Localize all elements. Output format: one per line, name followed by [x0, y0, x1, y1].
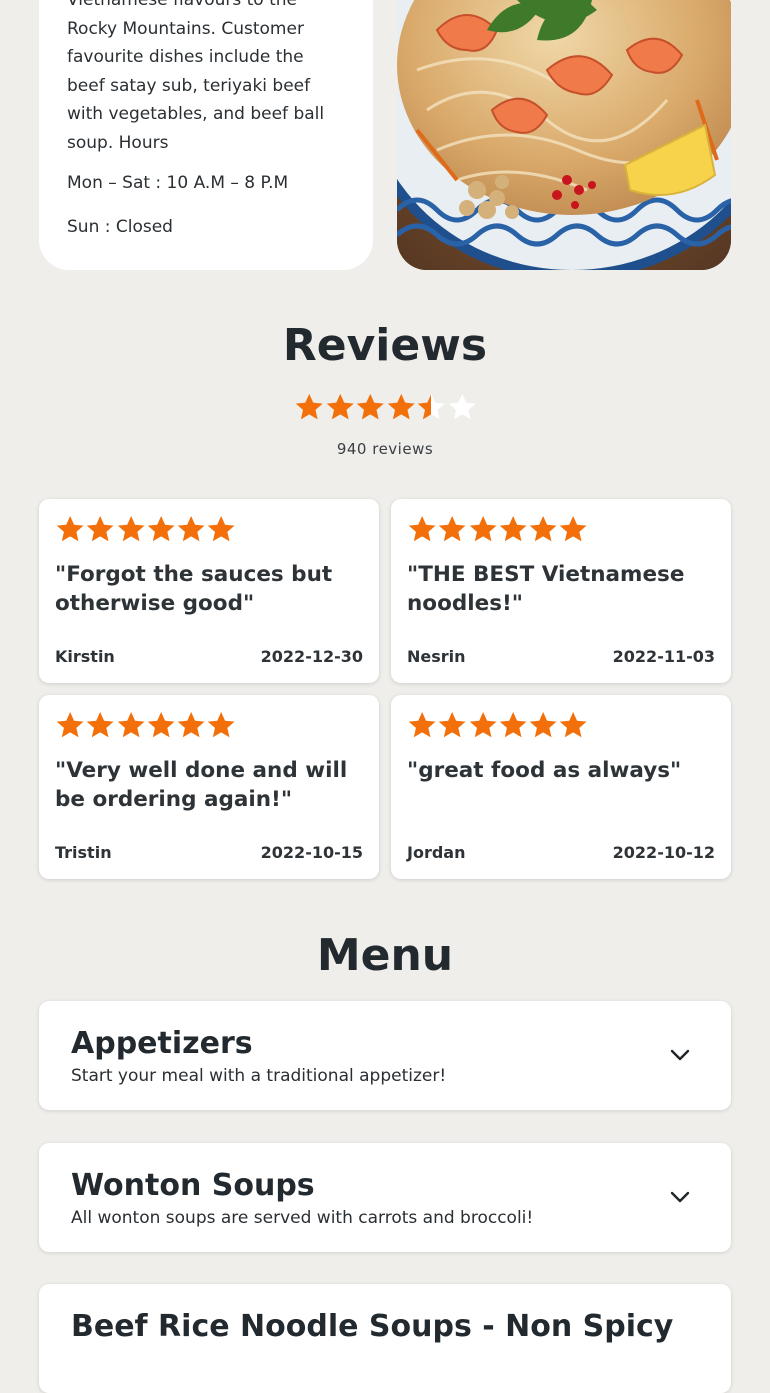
- reviews-title: Reviews: [282, 320, 488, 371]
- review-author: Nesrin: [407, 647, 466, 666]
- star-icon: [408, 515, 436, 542]
- star-icon: [469, 515, 497, 542]
- menu-category-title: Wonton Soups: [71, 1168, 315, 1203]
- review-quote: "Forgot the sauces but otherwise good": [55, 562, 333, 616]
- hours-weekdays: Mon – Sat : 10 A.M – 8 P.M: [67, 173, 289, 193]
- star-icon: [387, 393, 415, 420]
- review-date: 2022-11-03: [612, 647, 715, 666]
- review-card: "great food as always" Jordan 2022-10-12: [391, 695, 731, 879]
- star-icon: [147, 711, 175, 738]
- review-quote: "THE BEST Vietnamese noodles!": [407, 562, 685, 616]
- star-icon: [56, 515, 84, 542]
- menu-category-title: Appetizers: [71, 1026, 253, 1061]
- star-icon: [439, 711, 466, 738]
- star-icon: [417, 393, 445, 420]
- review-stars: [407, 514, 589, 544]
- star-icon: [177, 515, 205, 542]
- star-icon: [177, 711, 205, 738]
- chevron-down-icon[interactable]: [669, 1190, 691, 1204]
- review-date: 2022-10-15: [260, 843, 363, 862]
- star-icon: [295, 393, 323, 420]
- review-quote: "great food as always": [407, 758, 682, 783]
- star-icon: [208, 515, 236, 542]
- star-icon: [117, 515, 145, 542]
- about-card: Vietnamese flavours to the Rocky Mountai…: [39, 0, 373, 270]
- menu-category-description: All wonton soups are served with carrots…: [71, 1208, 534, 1228]
- review-author: Tristin: [55, 843, 112, 862]
- menu-category-wonton-soups[interactable]: Wonton Soups All wonton soups are served…: [39, 1143, 731, 1252]
- review-quote: "Very well done and will be ordering aga…: [55, 758, 348, 812]
- review-card: "Very well done and will be ordering aga…: [39, 695, 379, 879]
- chevron-down-icon[interactable]: [669, 1048, 691, 1062]
- star-icon: [448, 393, 476, 420]
- star-icon: [499, 711, 527, 738]
- star-icon: [87, 515, 114, 542]
- star-icon: [560, 711, 588, 738]
- review-stars: [55, 710, 237, 740]
- menu-category-beef-rice-noodle-soups[interactable]: Beef Rice Noodle Soups - Non Spicy: [39, 1284, 731, 1393]
- pad-thai-dish-image: [397, 0, 731, 270]
- star-icon: [469, 711, 497, 738]
- menu-title: Menu: [316, 930, 454, 981]
- star-icon: [147, 515, 175, 542]
- review-date: 2022-12-30: [260, 647, 363, 666]
- review-stars: [55, 514, 237, 544]
- star-icon: [439, 515, 466, 542]
- food-photo: [397, 0, 731, 270]
- star-icon: [529, 711, 557, 738]
- review-count: 940 reviews: [336, 440, 434, 458]
- review-author: Kirstin: [55, 647, 115, 666]
- overall-rating-stars: [294, 391, 477, 423]
- star-icon: [408, 711, 436, 738]
- review-card: "THE BEST Vietnamese noodles!" Nesrin 20…: [391, 499, 731, 683]
- star-icon: [208, 711, 236, 738]
- star-icon: [499, 515, 527, 542]
- star-icon: [87, 711, 114, 738]
- menu-category-title: Beef Rice Noodle Soups - Non Spicy: [71, 1309, 674, 1344]
- star-icon: [560, 515, 588, 542]
- review-card: "Forgot the sauces but otherwise good" K…: [39, 499, 379, 683]
- review-stars: [407, 710, 589, 740]
- star-icon: [356, 393, 384, 420]
- hours-sunday: Sun : Closed: [67, 217, 173, 237]
- about-description: Vietnamese flavours to the Rocky Mountai…: [67, 0, 325, 153]
- menu-category-description: Start your meal with a traditional appet…: [71, 1066, 447, 1086]
- star-icon: [529, 515, 557, 542]
- review-date: 2022-10-12: [612, 843, 715, 862]
- star-icon: [117, 711, 145, 738]
- star-icon: [56, 711, 84, 738]
- star-icon: [326, 393, 354, 420]
- review-author: Jordan: [407, 843, 466, 862]
- menu-category-appetizers[interactable]: Appetizers Start your meal with a tradit…: [39, 1001, 731, 1110]
